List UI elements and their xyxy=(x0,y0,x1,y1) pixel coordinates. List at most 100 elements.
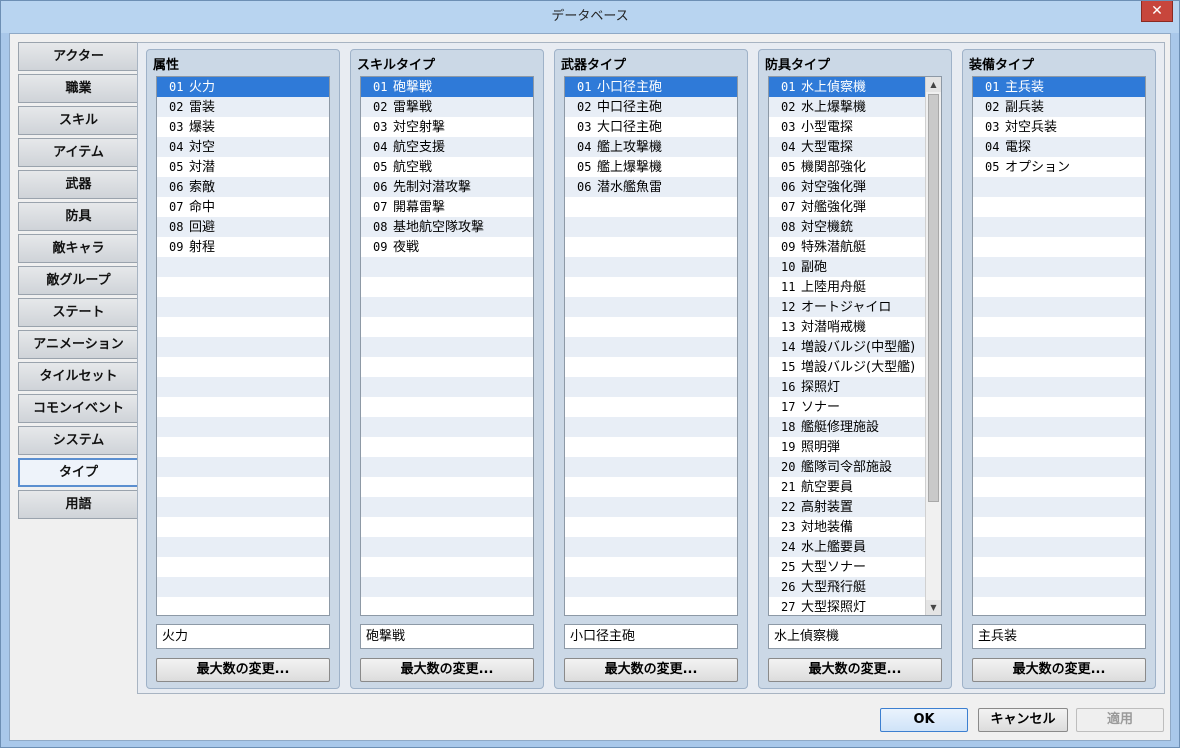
list-item[interactable] xyxy=(157,517,329,537)
list-item[interactable] xyxy=(565,257,737,277)
list-item[interactable] xyxy=(565,497,737,517)
list-item[interactable] xyxy=(361,317,533,337)
list-item[interactable]: 02 副兵装 xyxy=(973,97,1145,117)
list-item[interactable] xyxy=(973,517,1145,537)
name-input[interactable]: 水上偵察機 xyxy=(768,624,942,649)
scroll-down-arrow-icon[interactable]: ▼ xyxy=(926,600,941,615)
list-item[interactable] xyxy=(973,417,1145,437)
list-item[interactable]: 12 オートジャイロ xyxy=(769,297,926,317)
list-item[interactable]: 08 対空機銃 xyxy=(769,217,926,237)
list-item[interactable] xyxy=(361,417,533,437)
list-item[interactable] xyxy=(157,337,329,357)
list-item[interactable]: 01 小口径主砲 xyxy=(565,77,737,97)
list-item[interactable] xyxy=(973,577,1145,597)
list-item[interactable] xyxy=(157,297,329,317)
list-item[interactable] xyxy=(973,397,1145,417)
name-input[interactable]: 火力 xyxy=(156,624,330,649)
list-item[interactable]: 03 爆装 xyxy=(157,117,329,137)
list-item[interactable] xyxy=(565,317,737,337)
list-item[interactable]: 03 対空射撃 xyxy=(361,117,533,137)
list-item[interactable] xyxy=(157,437,329,457)
list-item[interactable] xyxy=(157,497,329,517)
list-item[interactable] xyxy=(361,457,533,477)
list-item[interactable] xyxy=(157,537,329,557)
list-item[interactable] xyxy=(973,537,1145,557)
list-item[interactable]: 09 射程 xyxy=(157,237,329,257)
nav-item[interactable]: タイルセット xyxy=(18,362,139,391)
list-item[interactable] xyxy=(157,597,329,615)
scroll-thumb[interactable] xyxy=(928,94,939,502)
list-item[interactable] xyxy=(157,357,329,377)
list-item[interactable] xyxy=(157,257,329,277)
change-maximum-button[interactable]: 最大数の変更... xyxy=(360,658,534,682)
element-types-list[interactable]: 01 火力 02 雷装 03 爆装 04 対空 05 対潜 06 索敵 07 命中 08 回避 09 射程 xyxy=(156,76,330,616)
list-item[interactable] xyxy=(361,337,533,357)
list-item[interactable] xyxy=(565,517,737,537)
list-item[interactable]: 01 水上偵察機 xyxy=(769,77,926,97)
list-item[interactable] xyxy=(973,297,1145,317)
list-item[interactable]: 11 上陸用舟艇 xyxy=(769,277,926,297)
list-item[interactable]: 24 水上艦要員 xyxy=(769,537,926,557)
list-item[interactable]: 03 対空兵装 xyxy=(973,117,1145,137)
cancel-button[interactable]: キャンセル xyxy=(978,708,1068,732)
list-item[interactable] xyxy=(565,557,737,577)
nav-item[interactable]: システム xyxy=(18,426,139,455)
nav-item[interactable]: 防具 xyxy=(18,202,139,231)
list-item[interactable]: 05 オプション xyxy=(973,157,1145,177)
list-item[interactable] xyxy=(361,377,533,397)
list-item[interactable]: 02 中口径主砲 xyxy=(565,97,737,117)
list-item[interactable] xyxy=(973,557,1145,577)
list-item[interactable]: 05 対潜 xyxy=(157,157,329,177)
list-item[interactable]: 05 艦上爆撃機 xyxy=(565,157,737,177)
list-item[interactable]: 23 対地装備 xyxy=(769,517,926,537)
nav-item[interactable]: ステート xyxy=(18,298,139,327)
list-item[interactable]: 07 命中 xyxy=(157,197,329,217)
list-item[interactable] xyxy=(361,537,533,557)
name-input[interactable]: 小口径主砲 xyxy=(564,624,738,649)
list-item[interactable]: 08 回避 xyxy=(157,217,329,237)
name-input[interactable]: 主兵装 xyxy=(972,624,1146,649)
skill-types-list[interactable]: 01 砲撃戦 02 雷撃戦 03 対空射撃 04 航空支援 05 航空戦 06 先制対潜攻撃 07 開幕雷… xyxy=(360,76,534,616)
nav-item[interactable]: 武器 xyxy=(18,170,139,199)
list-item[interactable] xyxy=(565,437,737,457)
nav-item[interactable]: アイテム xyxy=(18,138,139,167)
list-item[interactable]: 20 艦隊司令部施設 xyxy=(769,457,926,477)
scroll-up-arrow-icon[interactable]: ▲ xyxy=(926,77,941,92)
list-item[interactable] xyxy=(361,397,533,417)
list-item[interactable] xyxy=(361,557,533,577)
list-item[interactable] xyxy=(361,357,533,377)
change-maximum-button[interactable]: 最大数の変更... xyxy=(156,658,330,682)
list-item[interactable]: 05 航空戦 xyxy=(361,157,533,177)
list-item[interactable] xyxy=(973,317,1145,337)
nav-item[interactable]: タイプ xyxy=(18,458,139,487)
list-item[interactable]: 06 対空強化弾 xyxy=(769,177,926,197)
list-item[interactable]: 02 雷装 xyxy=(157,97,329,117)
list-item[interactable]: 07 対艦強化弾 xyxy=(769,197,926,217)
list-item[interactable]: 04 艦上攻撃機 xyxy=(565,137,737,157)
ok-button[interactable]: OK xyxy=(880,708,968,732)
list-item[interactable] xyxy=(973,437,1145,457)
list-item[interactable] xyxy=(361,577,533,597)
equip-types-list[interactable]: 01 主兵装 02 副兵装 03 対空兵装 04 電探 05 オプション xyxy=(972,76,1146,616)
armor-types-list[interactable]: 01 水上偵察機 02 水上爆撃機 03 小型電探 04 大型電探 05 機関部強化 06 対空強化弾… xyxy=(768,76,942,616)
weapon-types-list[interactable]: 01 小口径主砲 02 中口径主砲 03 大口径主砲 04 艦上攻撃機 05 艦上爆撃機 06 潜水艦… xyxy=(564,76,738,616)
list-item[interactable]: 09 特殊潜航艇 xyxy=(769,237,926,257)
list-item[interactable]: 17 ソナー xyxy=(769,397,926,417)
list-item[interactable] xyxy=(973,457,1145,477)
list-item[interactable] xyxy=(565,217,737,237)
list-item[interactable]: 01 砲撃戦 xyxy=(361,77,533,97)
list-item[interactable] xyxy=(973,357,1145,377)
list-item[interactable] xyxy=(361,517,533,537)
list-item[interactable] xyxy=(565,237,737,257)
list-item[interactable] xyxy=(565,417,737,437)
list-item[interactable] xyxy=(973,597,1145,615)
list-item[interactable]: 01 火力 xyxy=(157,77,329,97)
list-item[interactable] xyxy=(361,257,533,277)
list-item[interactable]: 04 航空支援 xyxy=(361,137,533,157)
list-item[interactable]: 06 索敵 xyxy=(157,177,329,197)
list-item[interactable] xyxy=(157,577,329,597)
list-item[interactable]: 04 対空 xyxy=(157,137,329,157)
nav-item[interactable]: 用語 xyxy=(18,490,139,519)
change-maximum-button[interactable]: 最大数の変更... xyxy=(972,658,1146,682)
list-item[interactable] xyxy=(565,357,737,377)
